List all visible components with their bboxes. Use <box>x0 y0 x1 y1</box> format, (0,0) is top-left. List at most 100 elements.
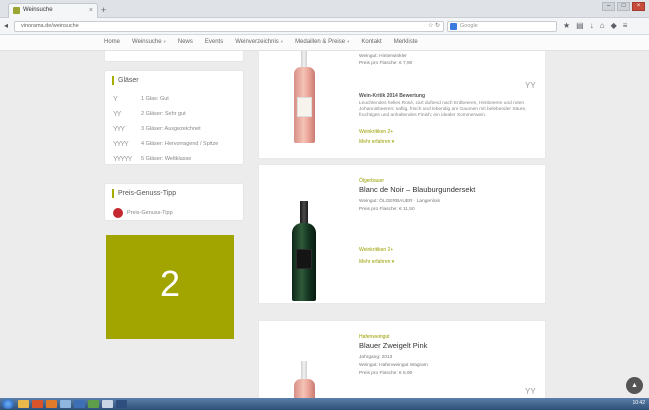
chevron-down-icon: ▾ <box>280 39 284 44</box>
preis-genuss-item-label: Preis-Genuss-Tipp <box>127 210 173 216</box>
product-3-name[interactable]: Blauer Zweigelt Pink <box>359 341 427 350</box>
tab-title: Weinsuche <box>23 7 53 13</box>
menu-item-label: Weinsuche <box>132 39 162 45</box>
chevron-down-icon: ▾ <box>163 39 166 44</box>
zweigelt-bottle-neck <box>301 361 307 381</box>
product-3-producer[interactable]: Hafenweingut <box>359 334 390 340</box>
preis-genuss-item[interactable]: Preis-Genuss-Tipp <box>113 208 173 218</box>
app2-icon[interactable] <box>116 400 127 408</box>
start-button-icon[interactable] <box>2 399 14 409</box>
menu-item-kontakt[interactable]: Kontakt <box>361 39 381 45</box>
download-icon[interactable]: ↓ <box>590 21 594 30</box>
url-bar[interactable]: vinorama.de/weinsuche <box>14 21 444 32</box>
home-icon[interactable]: ⌂ <box>600 21 605 30</box>
product-2-name[interactable]: Blanc de Noir – Blauburgundersekt <box>359 185 475 194</box>
taskbar-apps <box>18 400 127 408</box>
tab-close-icon[interactable]: × <box>89 4 93 17</box>
window-icon[interactable] <box>102 400 113 408</box>
glass-rating-label: 3 Gläser: Ausgezeichnet <box>141 126 201 132</box>
product-2-ratings-link[interactable]: Weinkritiken 2+ <box>359 247 393 253</box>
menu-item-events[interactable]: Events <box>205 39 223 45</box>
chevron-down-icon: ▾ <box>347 39 350 44</box>
window-close-icon[interactable]: × <box>632 2 645 11</box>
maximize-icon[interactable]: □ <box>617 2 630 11</box>
search-bar[interactable]: Google <box>447 21 557 32</box>
glass-rating-item[interactable]: YY 2 Gläser: Sehr gut <box>113 108 241 120</box>
glass-rating-label: 1 Glas: Gut <box>141 96 169 102</box>
browser-toolbar-icons: ★ ▤ ↓ ⌂ ◆ ≡ <box>563 21 627 30</box>
glass-rating-item[interactable]: Y 1 Glas: Gut <box>113 93 241 105</box>
menu-item-news[interactable]: News <box>178 39 193 45</box>
glass-rating-item[interactable]: YYYY 4 Gläser: Hervorragend / Spitze <box>113 138 241 150</box>
menu-item-label: Events <box>204 39 224 45</box>
product-3-year: Jahrgang: 2013 <box>359 355 393 360</box>
media-icon[interactable] <box>32 400 43 408</box>
window-controls: – □ × <box>602 2 645 11</box>
excel-icon[interactable] <box>88 400 99 408</box>
menu-item-label: Home <box>104 39 121 45</box>
reading-list-icon[interactable]: ▤ <box>576 21 584 30</box>
rose-bottle-image[interactable] <box>294 67 315 143</box>
browser-navbar: ◂ vinorama.de/weinsuche ☆ ↻ Google ★ ▤ ↓… <box>0 18 649 35</box>
sekt-bottle-label <box>296 249 312 269</box>
menu-item-weinsuche[interactable]: Weinsuche ▾ <box>132 39 166 45</box>
wine-glass-icon: YYYYY <box>113 156 132 163</box>
product-2-producer[interactable]: Ölgerbauer <box>359 178 384 184</box>
glaeser-widget: Gläser Y1 Glas: Gut YY 2 Gläser: Sehr gut Y… <box>104 70 244 165</box>
arrow-up-icon: ▲ <box>631 382 638 389</box>
glaeser-widget-title: Gläser <box>112 76 139 85</box>
menu-item-merkliste[interactable]: Merkliste <box>394 39 418 45</box>
wine-glass-icon: YYYY <box>113 141 129 148</box>
menu-item-medaillen-preise[interactable]: Medaillen & Preise ▾ <box>295 39 349 45</box>
product-3-glass-icon: YY <box>525 387 536 396</box>
addon-icon[interactable]: ◆ <box>611 21 617 30</box>
product-2-weingut: Weingut: ÖLGERBAUER · Langenlois <box>359 199 440 204</box>
word-icon[interactable] <box>74 400 85 408</box>
url-text: vinorama.de/weinsuche <box>21 23 79 29</box>
previous-widget-bottom <box>104 51 244 62</box>
product-2-more-link[interactable]: Mehr erfahren ▾ <box>359 259 394 265</box>
product-1-ratings-link[interactable]: Weinkritiken 2+ <box>359 129 393 135</box>
new-tab-icon[interactable]: + <box>101 5 106 15</box>
menu-item-label: Medaillen & Preise <box>295 39 346 45</box>
glass-rating-item[interactable]: YYYYY 5 Gläser: Weltklasse <box>113 153 241 165</box>
wine-glass-icon: YY <box>113 111 121 118</box>
product-2-price: Preis pro Flasche: € 11,50 <box>359 207 415 212</box>
menu-item-weinverzeichnis[interactable]: Weinverzeichnis ▾ <box>235 39 283 45</box>
explorer-icon[interactable] <box>18 400 29 408</box>
firefox-icon[interactable] <box>46 400 57 408</box>
glass-rating-item[interactable]: YYY 3 Gläser: Ausgezeichnet <box>113 123 241 135</box>
app-icon[interactable] <box>60 400 71 408</box>
os-taskbar: 10:42 <box>0 398 649 410</box>
product-card-1: Weingut: Hinterwinkler Preis pro Flasche… <box>258 51 546 159</box>
menu-icon[interactable]: ≡ <box>623 21 628 30</box>
menu-item-label: Weinverzeichnis <box>235 39 279 45</box>
search-placeholder: Google <box>460 23 478 29</box>
sekt-bottle-image[interactable] <box>292 223 316 301</box>
back-arrow-icon[interactable]: ◂ <box>4 21 8 30</box>
glass-rating-label: 2 Gläser: Sehr gut <box>141 111 186 117</box>
preis-genuss-widget: Preis-Genuss-Tipp Preis-Genuss-Tipp <box>104 183 244 221</box>
browser-tab[interactable]: Weinsuche × <box>8 3 98 18</box>
preis-genuss-badge-icon <box>113 208 123 218</box>
search-engine-icon <box>450 23 457 30</box>
product-3-price: Preis pro Flasche: € 6,90 <box>359 371 413 376</box>
product-1-glass-icon: YY <box>525 81 536 90</box>
reload-icon[interactable]: ☆ ↻ <box>428 22 440 29</box>
menu-item-label: Kontakt <box>361 39 382 45</box>
glass-rating-label: 5 Gläser: Weltklasse <box>141 156 192 162</box>
minimize-icon[interactable]: – <box>602 2 615 11</box>
product-1-more-link[interactable]: Mehr erfahren ▾ <box>359 139 394 145</box>
menu-item-home[interactable]: Home <box>104 39 120 45</box>
browser-tabbar: Weinsuche × + – □ × <box>0 0 649 18</box>
product-card-2: Ölgerbauer Blanc de Noir – Blauburgunder… <box>258 164 546 304</box>
promo-banner[interactable]: 2 <box>106 235 234 339</box>
bookmark-star-icon[interactable]: ★ <box>563 21 570 30</box>
sekt-bottle-neck <box>300 201 308 225</box>
product-1-review-text: Leuchtendes helles Rosé, zart duftend na… <box>359 101 527 118</box>
scroll-to-top-button[interactable]: ▲ <box>626 377 643 394</box>
product-1-weingut: Weingut: Hinterwinkler <box>359 54 407 59</box>
menu-list: Home Weinsuche ▾ News Events Weinverzeichnis ▾… <box>104 39 418 45</box>
glass-rating-label: 4 Gläser: Hervorragend / Spitze <box>141 141 219 147</box>
rose-bottle-label <box>297 97 312 117</box>
